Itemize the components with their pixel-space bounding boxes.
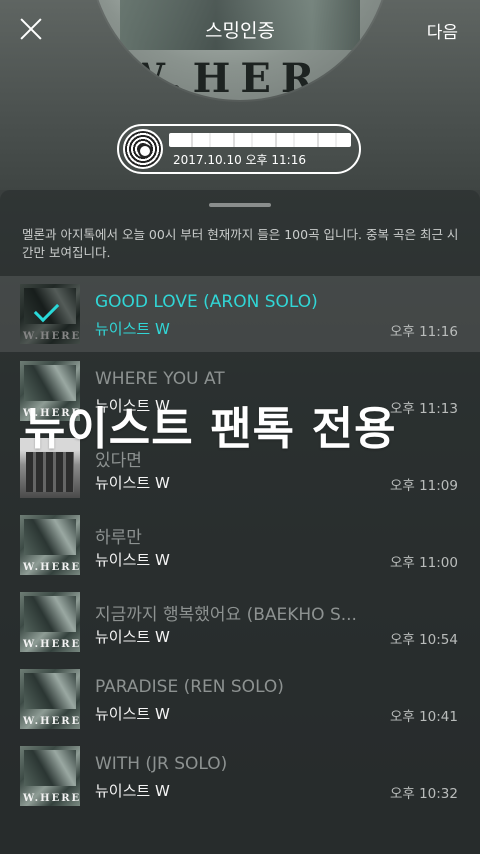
thumbnail-label: W.HERE [23, 639, 80, 650]
redacted-username [169, 133, 351, 147]
cover-art-letters: W.HER [120, 55, 325, 100]
play-time: 오후 11:09 [389, 478, 458, 494]
group-photo [26, 452, 74, 492]
song-title: GOOD LOVE (ARON SOLO) [95, 292, 318, 312]
next-button[interactable]: 다음 [427, 18, 458, 43]
song-title: 지금까지 행복했어요 (BAEKHO S... [95, 605, 357, 625]
song-title: WITH (JR SOLO) [95, 754, 228, 774]
thumbnail-label: W.HERE [23, 716, 80, 727]
watermark-overlay-text: 뉴이스트 팬톡 전용 [24, 402, 397, 455]
play-time: 오후 11:16 [389, 324, 458, 340]
play-time: 오후 11:13 [389, 401, 458, 417]
play-time: 오후 10:32 [389, 786, 458, 802]
artist-name: 뉴이스트 W [95, 628, 170, 646]
check-icon [32, 296, 66, 330]
album-thumbnail: W.HERE [20, 592, 80, 652]
badge-date: 2017.10.10 오후 11:16 [173, 153, 306, 167]
track-row[interactable]: W.HERE 하루만 뉴이스트 W 오후 11:00 [0, 507, 480, 583]
artist-name: 뉴이스트 W [95, 551, 170, 569]
disc-icon [123, 129, 163, 169]
play-time: 오후 11:00 [389, 555, 458, 571]
artist-name: 뉴이스트 W [95, 474, 170, 492]
album-thumbnail: W.HERE [20, 515, 80, 575]
album-thumbnail: W.HERE [20, 746, 80, 806]
artist-name: 뉴이스트 W [95, 782, 170, 800]
song-title: 하루만 [95, 528, 142, 548]
play-time: 오후 10:54 [389, 632, 458, 648]
album-thumbnail: W.HERE [20, 669, 80, 729]
song-title: PARADISE (REN SOLO) [95, 677, 284, 697]
artist-name: 뉴이스트 W [95, 320, 170, 338]
track-row[interactable]: W.HERE PARADISE (REN SOLO) 뉴이스트 W 오후 10:… [0, 661, 480, 737]
track-row[interactable]: W.HERE WITH (JR SOLO) 뉴이스트 W 오후 10:32 [0, 738, 480, 814]
thumbnail-label: W.HERE [23, 793, 80, 804]
streaming-badge: 2017.10.10 오후 11:16 [117, 124, 361, 174]
play-time: 오후 10:41 [389, 709, 458, 725]
header: W.HER 스밍인증 다음 2017.10.10 오후 11:16 [0, 0, 480, 190]
track-row[interactable]: W.HERE 지금까지 행복했어요 (BAEKHO S... 뉴이스트 W 오후… [0, 584, 480, 660]
album-cover-circle: W.HER [90, 0, 390, 100]
page-title: 스밍인증 [205, 20, 275, 42]
track-row[interactable]: W.HERE GOOD LOVE (ARON SOLO) 뉴이스트 W 오후 1… [0, 276, 480, 352]
thumbnail-label: W.HERE [23, 562, 80, 573]
artist-name: 뉴이스트 W [95, 705, 170, 723]
info-text: 멜론과 아지톡에서 오늘 00시 부터 현재까지 들은 100곡 입니다. 중복… [22, 227, 459, 260]
sheet-handle[interactable] [209, 203, 271, 207]
song-title: WHERE YOU AT [95, 369, 225, 389]
